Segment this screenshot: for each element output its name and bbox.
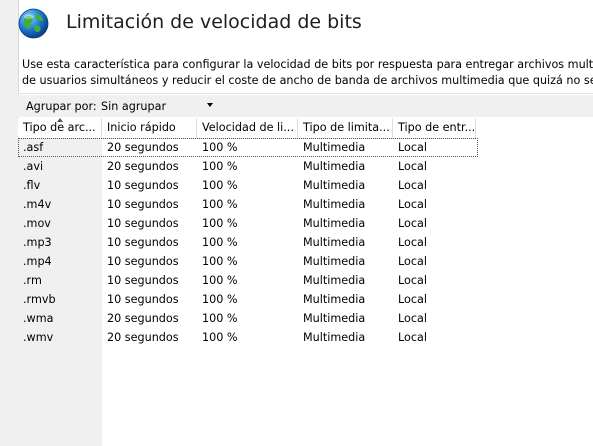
table-row[interactable]: .avi 20 segundos 100 % Multimedia Local <box>18 157 478 176</box>
file-type-cell: .m4v <box>23 198 52 211</box>
limit-rate-cell: 100 % <box>202 255 238 268</box>
table-header: Tipo de arc... Inicio rápido Velocidad d… <box>18 118 478 139</box>
file-type-cell: .rm <box>23 274 42 287</box>
limit-type-cell: Multimedia <box>303 236 366 249</box>
limit-rate-cell: 100 % <box>202 331 238 344</box>
table-row[interactable]: .asf 20 segundos 100 % Multimedia Local <box>18 138 478 157</box>
entry-type-cell: Local <box>398 141 427 154</box>
fast-start-cell: 20 segundos <box>107 312 179 325</box>
file-type-cell: .mp3 <box>23 236 52 249</box>
entry-type-cell: Local <box>398 217 427 230</box>
fast-start-cell: 20 segundos <box>107 160 179 173</box>
column-header-entry-type[interactable]: Tipo de entr... <box>393 118 476 138</box>
fast-start-cell: 10 segundos <box>107 255 179 268</box>
column-header-limit-rate[interactable]: Velocidad de li... <box>197 118 298 138</box>
dropdown-arrow-icon <box>207 103 213 107</box>
fast-start-cell: 20 segundos <box>107 141 179 154</box>
page-title: Limitación de velocidad de bits <box>66 11 362 33</box>
entry-type-cell: Local <box>398 179 427 192</box>
limit-rate-cell: 100 % <box>202 179 238 192</box>
table-row[interactable]: .wmv 20 segundos 100 % Multimedia Local <box>18 328 478 347</box>
table-row[interactable]: .rm 10 segundos 100 % Multimedia Local <box>18 271 478 290</box>
limit-type-cell: Multimedia <box>303 198 366 211</box>
entry-type-cell: Local <box>398 293 427 306</box>
limit-type-cell: Multimedia <box>303 293 366 306</box>
file-type-cell: .mov <box>23 217 51 230</box>
globe-icon <box>18 8 49 39</box>
limit-rate-cell: 100 % <box>202 198 238 211</box>
group-by-label: Agrupar por: <box>26 100 97 113</box>
limit-type-cell: Multimedia <box>303 160 366 173</box>
description-line-1: Use esta característica para configurar … <box>22 58 593 71</box>
table-row[interactable]: .flv 10 segundos 100 % Multimedia Local <box>18 176 478 195</box>
table-row[interactable]: .mp3 10 segundos 100 % Multimedia Local <box>18 233 478 252</box>
limit-rate-cell: 100 % <box>202 141 238 154</box>
table-row[interactable]: .mp4 10 segundos 100 % Multimedia Local <box>18 252 478 271</box>
description-line-2: de usuarios simultáneos y reducir el cos… <box>22 74 593 87</box>
file-type-cell: .flv <box>23 179 41 192</box>
table-row[interactable]: .mov 10 segundos 100 % Multimedia Local <box>18 214 478 233</box>
table-row[interactable]: .wma 20 segundos 100 % Multimedia Local <box>18 309 478 328</box>
file-type-cell: .rmvb <box>23 293 56 306</box>
file-type-cell: .avi <box>23 160 44 173</box>
fast-start-cell: 10 segundos <box>107 179 179 192</box>
limit-type-cell: Multimedia <box>303 331 366 344</box>
limit-type-cell: Multimedia <box>303 274 366 287</box>
fast-start-cell: 10 segundos <box>107 198 179 211</box>
file-type-cell: .asf <box>23 141 44 154</box>
limit-rate-cell: 100 % <box>202 236 238 249</box>
limit-type-cell: Multimedia <box>303 217 366 230</box>
limit-rate-cell: 100 % <box>202 160 238 173</box>
table-row[interactable]: .rmvb 10 segundos 100 % Multimedia Local <box>18 290 478 309</box>
file-type-cell: .wma <box>23 312 54 325</box>
entry-type-cell: Local <box>398 160 427 173</box>
group-by-value: Sin agrupar <box>101 100 167 113</box>
fast-start-cell: 20 segundos <box>107 331 179 344</box>
entry-type-cell: Local <box>398 198 427 211</box>
column-header-limit-type[interactable]: Tipo de limita... <box>298 118 393 138</box>
divider <box>18 93 593 94</box>
limit-rate-cell: 100 % <box>202 274 238 287</box>
limit-rate-cell: 100 % <box>202 293 238 306</box>
limit-type-cell: Multimedia <box>303 255 366 268</box>
entry-type-cell: Local <box>398 274 427 287</box>
limit-type-cell: Multimedia <box>303 312 366 325</box>
left-pane-edge <box>0 0 19 446</box>
page-description: Use esta característica para configurar … <box>22 57 593 89</box>
entry-type-cell: Local <box>398 236 427 249</box>
file-type-cell: .wmv <box>23 331 54 344</box>
entry-type-cell: Local <box>398 312 427 325</box>
group-by-dropdown[interactable]: Sin agrupar <box>101 100 219 114</box>
limit-rate-cell: 100 % <box>202 217 238 230</box>
fast-start-cell: 10 segundos <box>107 236 179 249</box>
table-row[interactable]: .m4v 10 segundos 100 % Multimedia Local <box>18 195 478 214</box>
fast-start-cell: 10 segundos <box>107 274 179 287</box>
limit-type-cell: Multimedia <box>303 179 366 192</box>
limit-type-cell: Multimedia <box>303 141 366 154</box>
fast-start-cell: 10 segundos <box>107 293 179 306</box>
sort-ascending-icon <box>57 118 63 122</box>
column-header-fast-start[interactable]: Inicio rápido <box>102 118 197 138</box>
file-type-cell: .mp4 <box>23 255 52 268</box>
entry-type-cell: Local <box>398 255 427 268</box>
fast-start-cell: 10 segundos <box>107 217 179 230</box>
limit-rate-cell: 100 % <box>202 312 238 325</box>
entry-type-cell: Local <box>398 331 427 344</box>
